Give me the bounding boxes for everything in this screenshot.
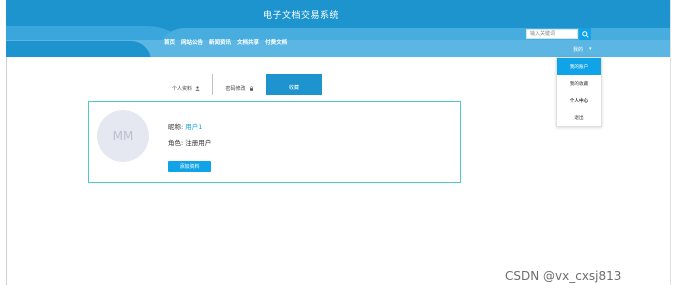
nav-item-paid-docs[interactable]: 付费文档 [265,38,287,46]
user-dropdown: 我的账户 我的收藏 个人中心 退出 [556,57,602,127]
role-value: 注册用户 [185,139,212,147]
lock-icon [249,85,253,91]
search-input[interactable]: 输入关键词 [526,29,578,39]
nav-item-news[interactable]: 新闻资讯 [209,38,231,46]
tab-profile[interactable]: 个人资料 [160,74,212,95]
main-nav: 首页 网站公告 新闻资讯 文档共享 付费文档 [164,38,287,46]
user-icon [195,85,200,91]
search-icon [581,30,589,38]
dropdown-item-personal-center[interactable]: 个人中心 [557,92,601,109]
chevron-down-icon: ▾ [589,46,592,52]
dropdown-item-my-account[interactable]: 我的账户 [557,58,601,75]
dropdown-item-my-favorites[interactable]: 我的收藏 [557,75,601,92]
header-wave-bump [6,41,151,57]
profile-tabs: 个人资料 密码修改 收藏 [160,74,322,95]
role-field: 角色: 注册用户 [168,137,211,147]
nav-item-doc-share[interactable]: 文档共享 [237,38,259,46]
add-profile-button[interactable]: 添加资料 [168,161,211,172]
dropdown-item-logout[interactable]: 退出 [557,109,601,126]
site-title: 电子文档交易系统 [262,11,339,21]
nickname-label: 昵称: [168,123,184,131]
user-menu-button[interactable]: 我的 [573,46,583,53]
nickname-value: 用户1 [185,123,203,131]
avatar[interactable]: MM [97,110,149,162]
tab-label: 收藏 [288,85,299,91]
frame-right-border [670,0,671,285]
tab-password[interactable]: 密码修改 [212,74,266,95]
nav-item-announcements[interactable]: 网站公告 [181,38,203,46]
profile-card: MM 昵称: 用户1 角色: 注册用户 添加资料 [88,101,461,183]
search-button[interactable] [579,28,591,40]
tab-label: 个人资料 [171,85,192,92]
watermark: CSDN @vx_cxsj813 [505,269,622,283]
role-label: 角色: [168,139,184,147]
nav-item-home[interactable]: 首页 [164,38,175,46]
tab-label: 密码修改 [225,85,246,92]
tab-favorites[interactable]: 收藏 [266,74,322,95]
nickname-field: 昵称: 用户1 [168,121,202,131]
